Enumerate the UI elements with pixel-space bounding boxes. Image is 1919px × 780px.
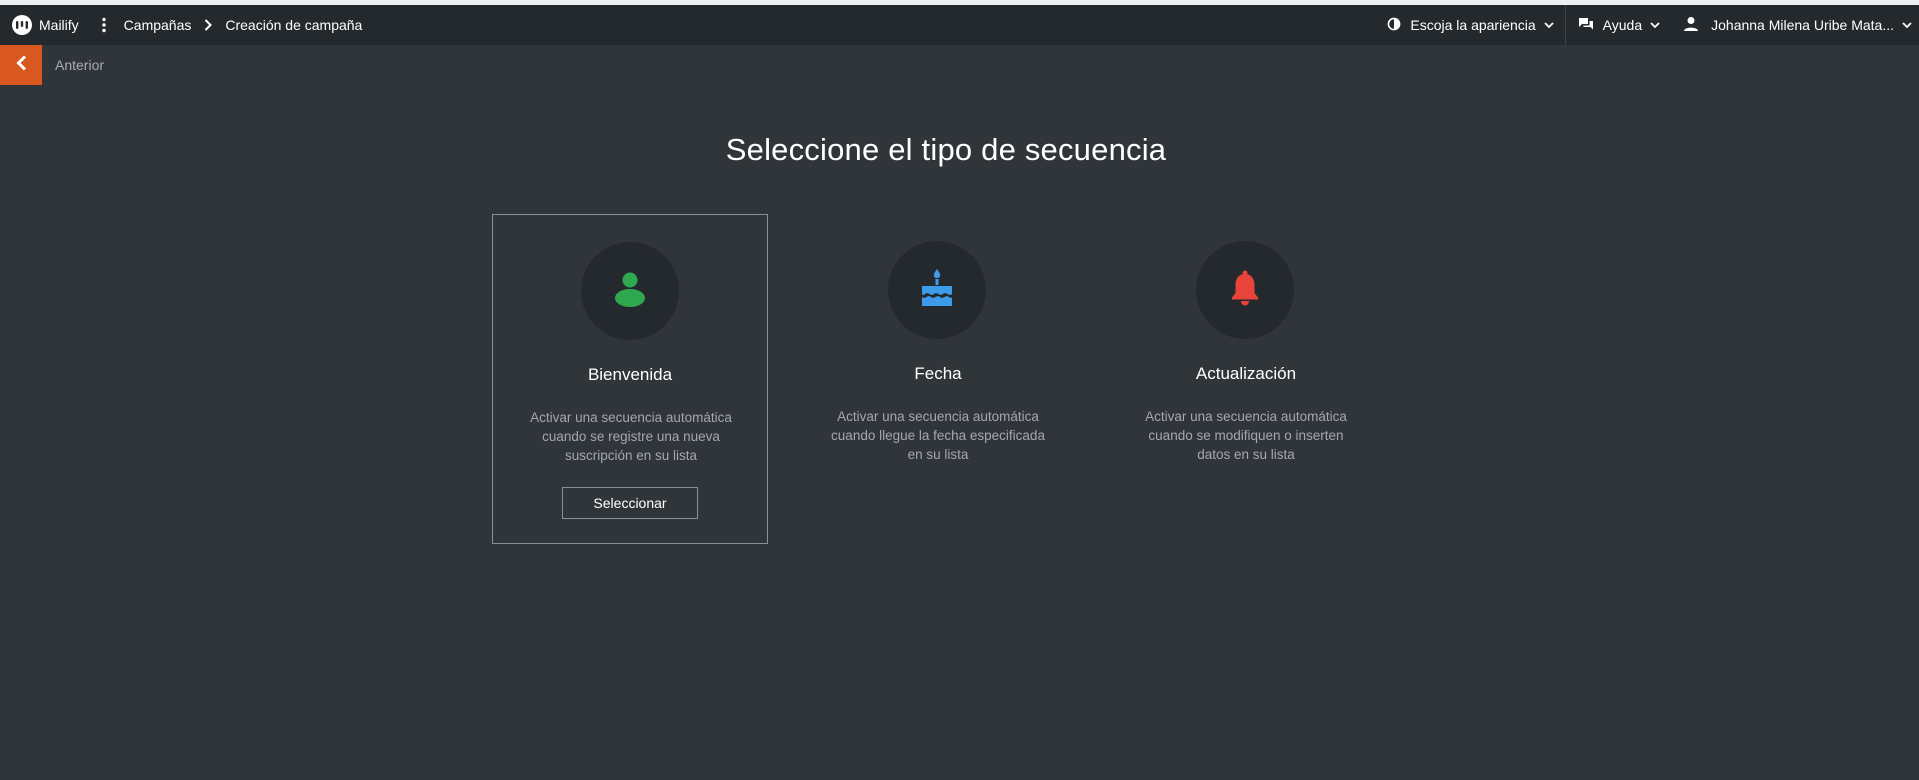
brand-name: Mailify xyxy=(39,17,79,33)
mailify-logo-icon xyxy=(12,15,32,35)
appearance-menu[interactable]: Escoja la apariencia xyxy=(1387,5,1564,45)
chevron-right-icon xyxy=(204,19,213,31)
help-label: Ayuda xyxy=(1602,17,1643,33)
appearance-label: Escoja la apariencia xyxy=(1410,17,1536,33)
sequence-card-date[interactable]: Fecha Activar una secuencia automática c… xyxy=(800,214,1076,544)
select-button[interactable]: Seleccionar xyxy=(562,487,698,519)
card-description: Activar una secuencia automática cuando … xyxy=(831,409,1045,462)
card-description: Activar una secuencia automática cuando … xyxy=(1145,409,1347,462)
sequence-card-update[interactable]: Actualización Activar una secuencia auto… xyxy=(1108,214,1384,544)
back-button[interactable] xyxy=(0,45,42,85)
card-description: Activar una secuencia automática cuando … xyxy=(530,410,732,463)
chevron-down-icon xyxy=(1650,21,1660,29)
chat-bubbles-icon xyxy=(1578,17,1594,34)
card-title: Fecha xyxy=(914,364,962,383)
help-menu[interactable]: Ayuda xyxy=(1566,5,1673,45)
contrast-icon xyxy=(1387,17,1401,34)
brand-logo[interactable]: Mailify xyxy=(12,15,79,35)
back-navigation: Anterior xyxy=(0,45,300,85)
user-menu[interactable]: Johanna Milena Uribe Mata... xyxy=(1673,5,1919,45)
breadcrumb-campaigns[interactable]: Campañas xyxy=(124,17,192,33)
back-label[interactable]: Anterior xyxy=(55,57,104,73)
cake-icon xyxy=(920,268,954,312)
chevron-down-icon xyxy=(1902,21,1912,29)
page-title: Seleccione el tipo de secuencia xyxy=(725,132,1167,167)
person-icon xyxy=(615,271,645,312)
card-title: Bienvenida xyxy=(587,365,673,384)
icon-circle xyxy=(1196,241,1294,339)
sequence-card-welcome[interactable]: Bienvenida Activar una secuencia automát… xyxy=(492,214,768,544)
user-avatar-icon xyxy=(1683,16,1699,35)
top-navigation-bar: Mailify Campañas Creación de campaña Esc… xyxy=(0,5,1919,45)
card-title: Actualización xyxy=(1195,364,1297,383)
breadcrumb-campaign-creation: Creación de campaña xyxy=(225,17,363,33)
icon-circle xyxy=(581,242,679,340)
user-name: Johanna Milena Uribe Mata... xyxy=(1711,17,1894,33)
bell-icon xyxy=(1230,270,1260,311)
icon-circle xyxy=(888,241,986,339)
chevron-down-icon xyxy=(1544,21,1554,29)
chevron-left-icon xyxy=(15,54,27,76)
more-menu-icon[interactable] xyxy=(99,15,109,35)
